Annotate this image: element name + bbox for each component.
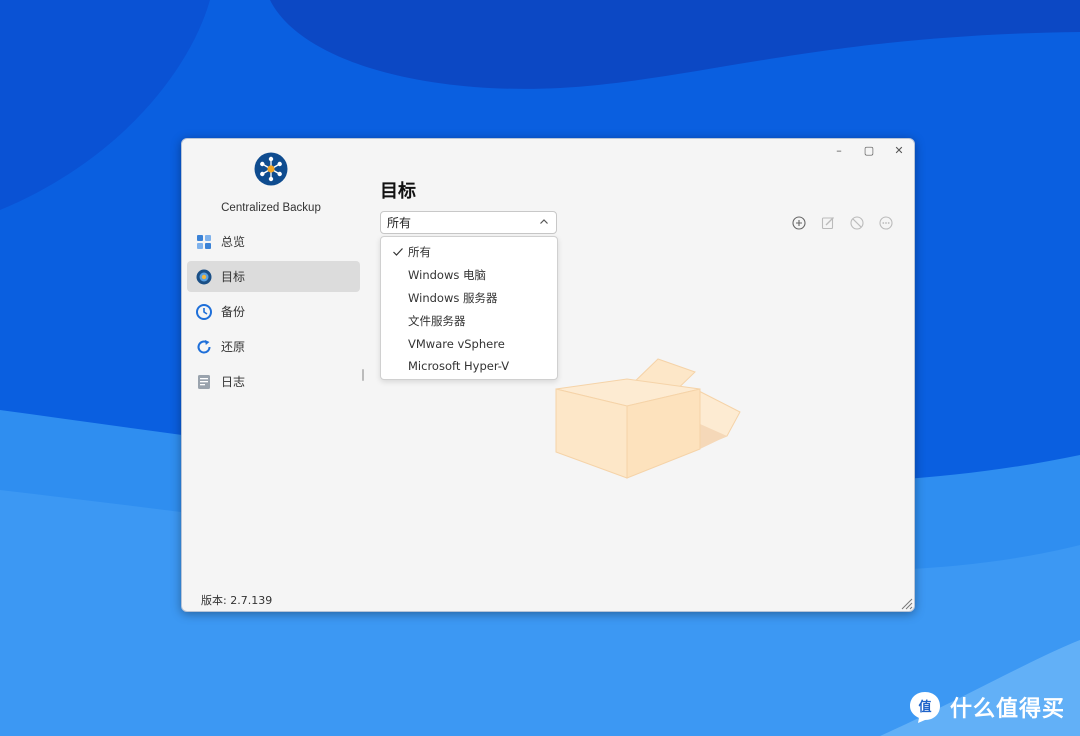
- sidebar-nav: 总览 目标 备份 还原 日志: [187, 226, 360, 401]
- filter-option-vmware-vsphere[interactable]: VMware vSphere: [381, 332, 557, 355]
- restore-icon: [195, 338, 213, 356]
- window-controls: – ▢ ✕: [824, 139, 914, 161]
- chevron-up-icon: [540, 219, 548, 224]
- more-icon: [878, 216, 893, 230]
- filter-option-windows-server[interactable]: Windows 服务器: [381, 287, 557, 310]
- close-button[interactable]: ✕: [884, 139, 914, 161]
- app-name: Centralized Backup: [221, 202, 321, 214]
- empty-box-illustration: [555, 358, 741, 479]
- watermark-logo-icon: 值: [910, 692, 940, 723]
- page-title: 目标: [380, 181, 416, 202]
- app-window: – ▢ ✕ Centralized Backup 总览 目标 备份 还原 日志 …: [181, 138, 915, 612]
- filter-option-hyper-v[interactable]: Microsoft Hyper-V: [381, 355, 557, 378]
- target-icon: [195, 268, 213, 286]
- filter-option-label: Windows 服务器: [408, 290, 498, 305]
- filter-option-label: Microsoft Hyper-V: [408, 359, 510, 374]
- minimize-button[interactable]: –: [824, 139, 854, 161]
- backup-clock-icon: [195, 303, 213, 321]
- sidebar-item-restore[interactable]: 还原: [187, 331, 360, 362]
- log-icon: [195, 373, 213, 391]
- watermark: 值 什么值得买: [908, 690, 1065, 724]
- app-logo-icon: [254, 152, 288, 186]
- toolbar: [784, 213, 900, 233]
- filter-option-label: 文件服务器: [408, 313, 466, 328]
- add-icon: [791, 216, 806, 230]
- check-icon: [393, 248, 403, 256]
- maximize-button[interactable]: ▢: [854, 139, 884, 161]
- more-button[interactable]: [871, 213, 900, 233]
- filter-option-label: Windows 电脑: [408, 268, 486, 283]
- filter-option-all[interactable]: 所有: [381, 241, 557, 264]
- watermark-logo-char: 值: [918, 699, 931, 715]
- filter-select-value: 所有: [387, 216, 412, 230]
- filter-dropdown-menu: 所有 Windows 电脑 Windows 服务器 文件服务器 VMware v…: [380, 236, 558, 380]
- filter-option-file-server[interactable]: 文件服务器: [381, 309, 557, 332]
- filter-select[interactable]: 所有: [380, 211, 557, 234]
- sidebar-item-backup[interactable]: 备份: [187, 296, 360, 327]
- edit-icon: [821, 217, 834, 230]
- disable-button[interactable]: [842, 213, 871, 233]
- sidebar-item-label: 日志: [221, 375, 246, 389]
- sidebar-scrollbar[interactable]: [362, 369, 364, 381]
- sidebar-item-logs[interactable]: 日志: [187, 366, 360, 397]
- filter-option-windows-pc[interactable]: Windows 电脑: [381, 264, 557, 287]
- sidebar-item-label: 目标: [221, 270, 246, 284]
- add-button[interactable]: [784, 213, 813, 233]
- filter-option-label: VMware vSphere: [408, 336, 505, 351]
- filter-option-label: 所有: [408, 245, 431, 260]
- dashboard-icon: [195, 233, 213, 251]
- sidebar-item-label: 还原: [221, 340, 246, 354]
- sidebar-item-overview[interactable]: 总览: [187, 226, 360, 257]
- sidebar-item-label: 备份: [221, 305, 246, 319]
- sidebar-item-targets[interactable]: 目标: [187, 261, 360, 292]
- sidebar: Centralized Backup 总览 目标 备份 还原 日志 版本: 2.…: [182, 139, 365, 611]
- disable-icon: [849, 216, 864, 230]
- edit-button[interactable]: [813, 213, 842, 233]
- resize-grip-icon[interactable]: [899, 596, 913, 610]
- version-label: 版本: 2.7.139: [201, 594, 273, 607]
- watermark-text: 什么值得买: [950, 697, 1066, 722]
- sidebar-item-label: 总览: [221, 235, 246, 249]
